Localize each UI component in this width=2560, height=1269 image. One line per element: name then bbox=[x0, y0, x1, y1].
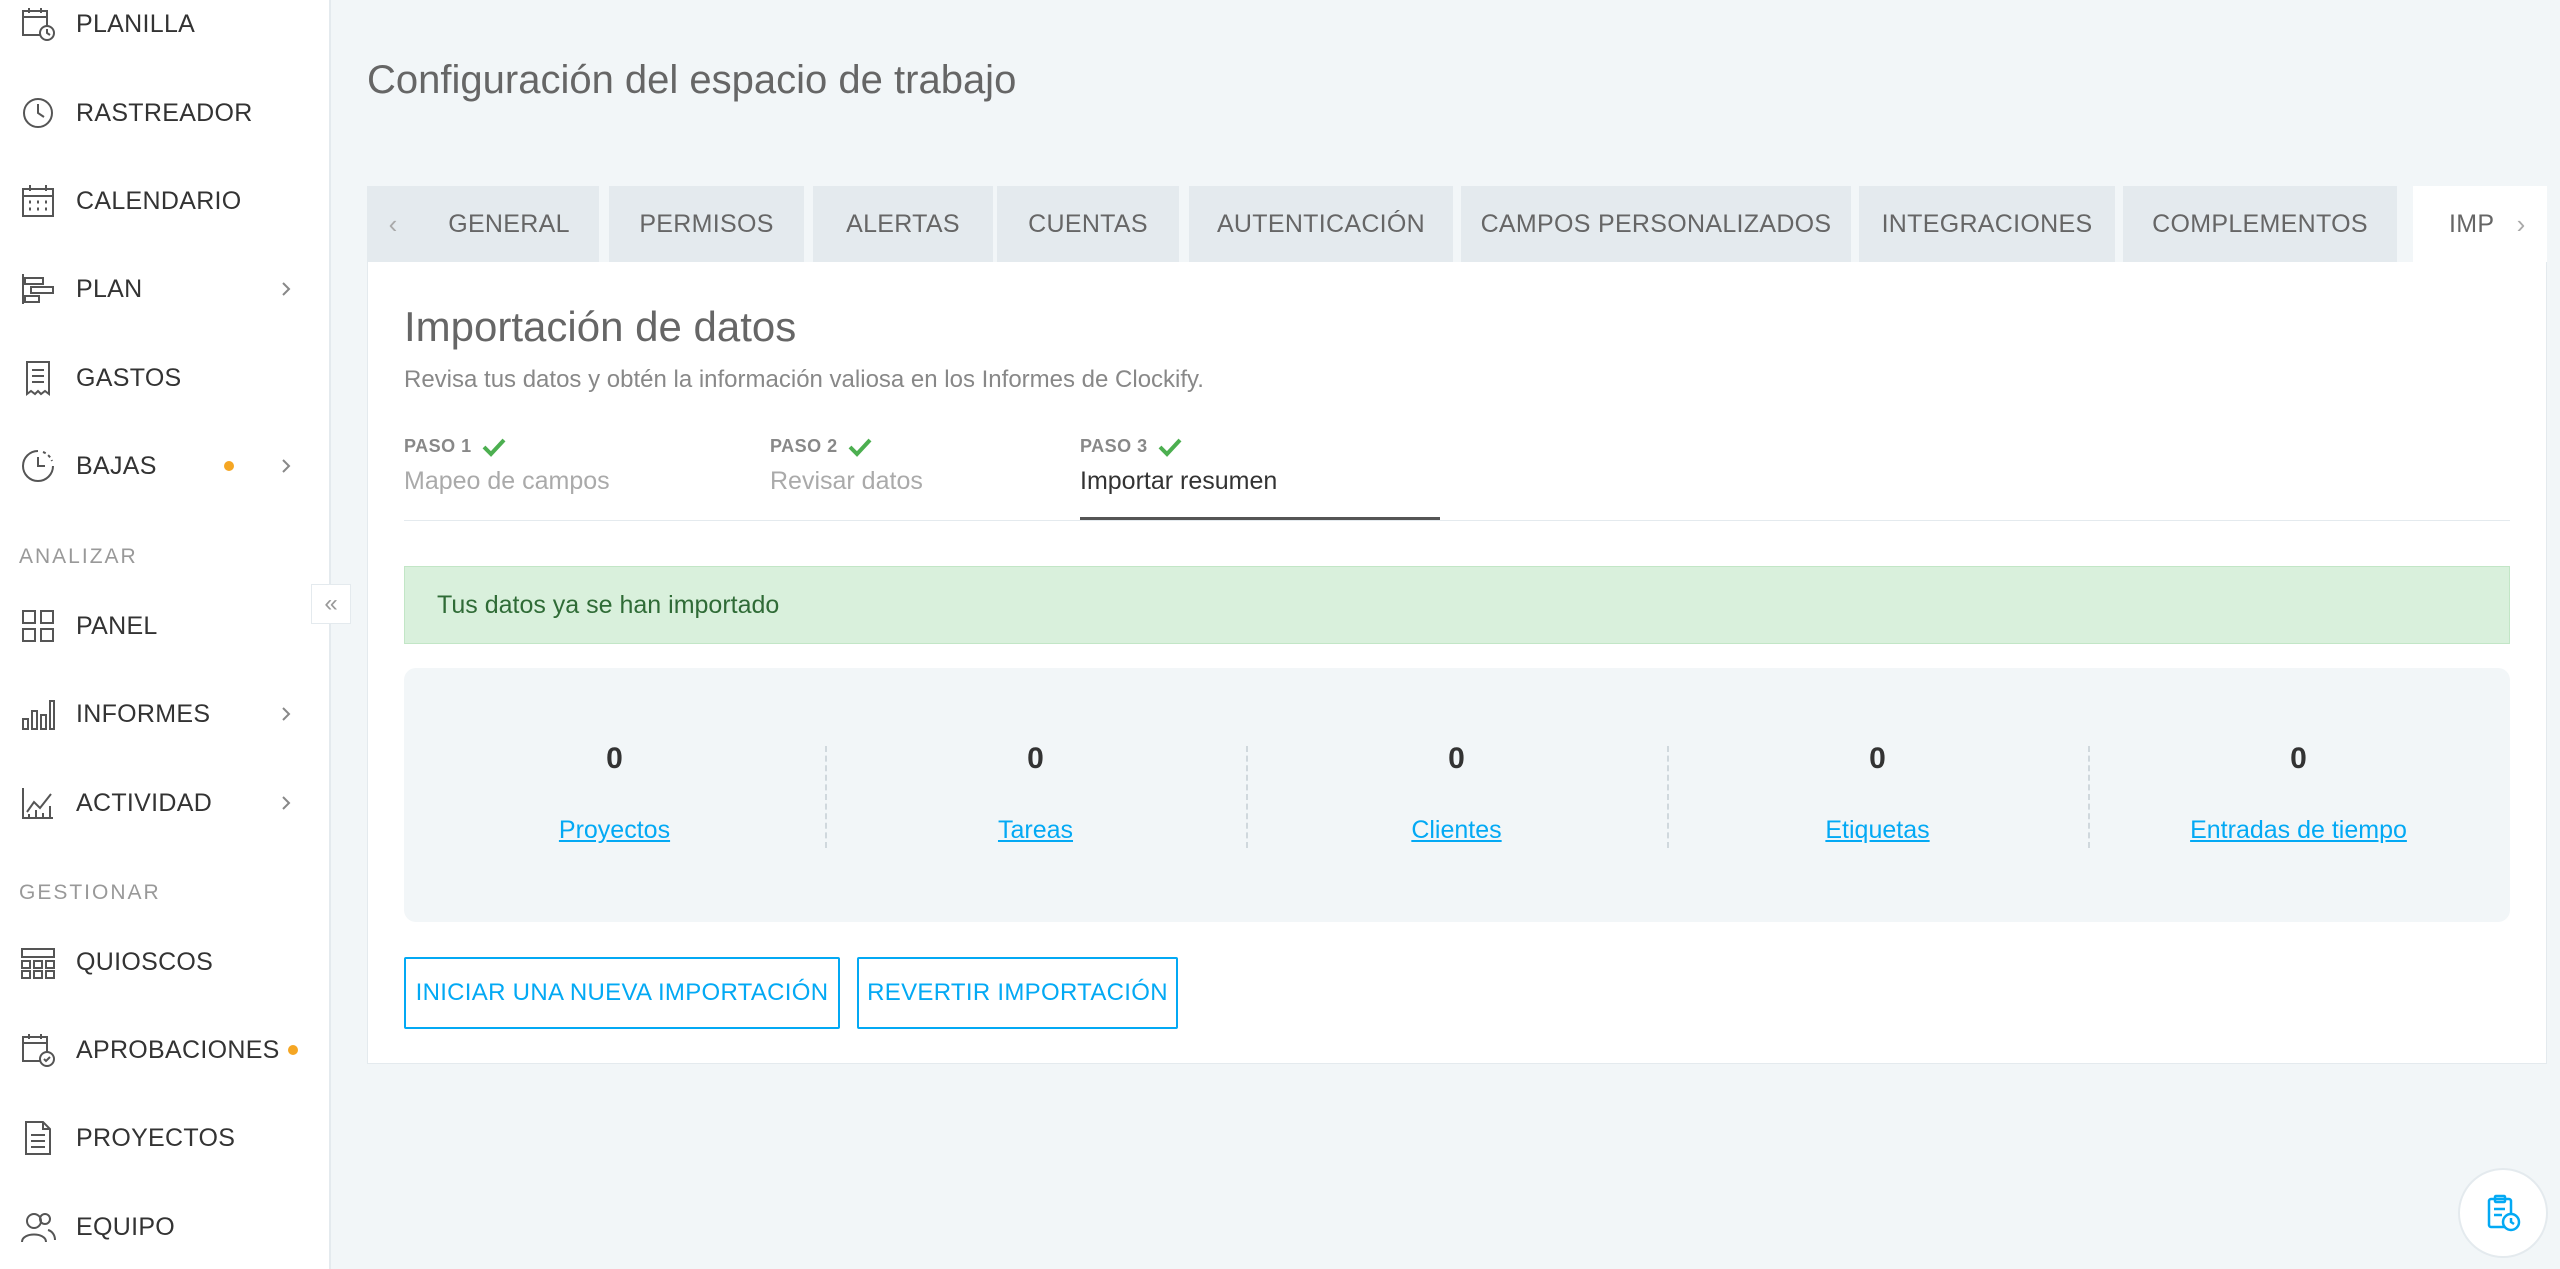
clipboard-clock-icon bbox=[2487, 1194, 2521, 1232]
import-stats: 0 Proyectos 0 Tareas 0 Clientes 0 Etique… bbox=[404, 668, 2510, 922]
tab-campos-personalizados[interactable]: CAMPOS PERSONALIZADOS bbox=[1461, 186, 1851, 262]
sidebar-item-equipo[interactable]: EQUIPO bbox=[0, 1197, 329, 1257]
stat-value: 0 bbox=[1869, 742, 1886, 775]
help-fab-button[interactable] bbox=[2458, 1168, 2548, 1258]
stat-value: 0 bbox=[1448, 742, 1465, 775]
step-3[interactable]: PASO 3 Importar resumen bbox=[1080, 436, 1277, 496]
sidebar-item-actividad[interactable]: ACTIVIDAD bbox=[0, 773, 329, 833]
steps-divider bbox=[404, 520, 2510, 521]
step-2[interactable]: PASO 2 Revisar datos bbox=[770, 436, 923, 496]
import-subtitle: Revisa tus datos y obtén la información … bbox=[404, 366, 1204, 393]
reports-icon bbox=[19, 695, 57, 733]
clock-icon bbox=[19, 94, 57, 132]
stat-link-proyectos[interactable]: Proyectos bbox=[404, 816, 825, 845]
stat-etiquetas: 0 Etiquetas bbox=[1667, 668, 2088, 922]
active-step-indicator bbox=[1080, 517, 1440, 520]
stat-proyectos: 0 Proyectos bbox=[404, 668, 825, 922]
sidebar-item-aprobaciones[interactable]: APROBACIONES bbox=[0, 1020, 329, 1080]
chevron-right-icon bbox=[282, 796, 291, 810]
tab-autenticacion[interactable]: AUTENTICACIÓN bbox=[1189, 186, 1453, 262]
chevron-right-icon bbox=[282, 282, 291, 296]
stat-link-tareas[interactable]: Tareas bbox=[825, 816, 1246, 845]
sidebar-item-bajas[interactable]: BAJAS bbox=[0, 436, 329, 496]
calendar-icon bbox=[19, 182, 57, 220]
sidebar-item-rastreador[interactable]: RASTREADOR bbox=[0, 83, 329, 143]
tab-permisos[interactable]: PERMISOS bbox=[609, 186, 804, 262]
activity-icon bbox=[19, 784, 57, 822]
stat-value: 0 bbox=[2290, 742, 2307, 775]
sidebar-item-informes[interactable]: INFORMES bbox=[0, 684, 329, 744]
notification-dot bbox=[224, 461, 234, 471]
timesheet-icon bbox=[19, 5, 57, 43]
team-icon bbox=[19, 1208, 57, 1246]
chevron-right-icon bbox=[282, 459, 291, 473]
approvals-icon bbox=[19, 1031, 57, 1069]
stat-entradas-de-tiempo: 0 Entradas de tiempo bbox=[2088, 668, 2509, 922]
check-icon bbox=[482, 438, 506, 457]
import-title: Importación de datos bbox=[404, 303, 797, 350]
check-icon bbox=[848, 438, 872, 457]
sidebar-item-plan[interactable]: PLAN bbox=[0, 259, 329, 319]
stat-value: 0 bbox=[1027, 742, 1044, 775]
sidebar-item-calendario[interactable]: CALENDARIO bbox=[0, 171, 329, 231]
tab-general[interactable]: GENERAL bbox=[419, 186, 599, 262]
start-new-import-button[interactable]: INICIAR UNA NUEVA IMPORTACIÓN bbox=[404, 957, 840, 1029]
tab-scroll-right-button[interactable]: › bbox=[2495, 186, 2547, 262]
stat-link-clientes[interactable]: Clientes bbox=[1246, 816, 1667, 845]
page-title: Configuración del espacio de trabajo bbox=[367, 58, 1017, 102]
check-icon bbox=[1158, 438, 1182, 457]
section-label-analizar: ANALIZAR bbox=[19, 545, 138, 568]
time-off-icon bbox=[19, 447, 57, 485]
tab-alertas[interactable]: ALERTAS bbox=[813, 186, 993, 262]
sidebar-item-quioscos[interactable]: QUIOSCOS bbox=[0, 932, 329, 992]
tab-integraciones[interactable]: INTEGRACIONES bbox=[1859, 186, 2115, 262]
schedule-icon bbox=[19, 270, 57, 308]
stat-link-etiquetas[interactable]: Etiquetas bbox=[1667, 816, 2088, 845]
stat-value: 0 bbox=[606, 742, 623, 775]
dashboard-icon bbox=[19, 607, 57, 645]
notification-dot bbox=[288, 1045, 298, 1055]
sidebar: PLANILLA RASTREADOR CALENDARIO PLAN GAST… bbox=[0, 0, 331, 1269]
step-1[interactable]: PASO 1 Mapeo de campos bbox=[404, 436, 610, 496]
tab-complementos[interactable]: COMPLEMENTOS bbox=[2123, 186, 2397, 262]
sidebar-item-planilla[interactable]: PLANILLA bbox=[0, 0, 329, 54]
tab-scroll-left-button[interactable]: ‹ bbox=[367, 186, 419, 262]
revert-import-button[interactable]: REVERTIR IMPORTACIÓN bbox=[857, 957, 1178, 1029]
sidebar-item-panel[interactable]: PANEL bbox=[0, 596, 329, 656]
success-alert: Tus datos ya se han importado bbox=[404, 566, 2510, 644]
receipt-icon bbox=[19, 359, 57, 397]
sidebar-item-proyectos[interactable]: PROYECTOS bbox=[0, 1108, 329, 1168]
projects-icon bbox=[19, 1119, 57, 1157]
settings-tabs: ‹ GENERAL PERMISOS ALERTAS CUENTAS AUTEN… bbox=[367, 186, 2547, 262]
kiosk-icon bbox=[19, 943, 57, 981]
section-label-gestionar: GESTIONAR bbox=[19, 881, 161, 904]
stat-clientes: 0 Clientes bbox=[1246, 668, 1667, 922]
stat-tareas: 0 Tareas bbox=[825, 668, 1246, 922]
stat-link-entradas-de-tiempo[interactable]: Entradas de tiempo bbox=[2088, 816, 2509, 845]
tab-cuentas[interactable]: CUENTAS bbox=[997, 186, 1179, 262]
sidebar-item-gastos[interactable]: GASTOS bbox=[0, 348, 329, 408]
chevron-right-icon bbox=[282, 707, 291, 721]
sidebar-collapse-button[interactable]: « bbox=[311, 584, 351, 624]
